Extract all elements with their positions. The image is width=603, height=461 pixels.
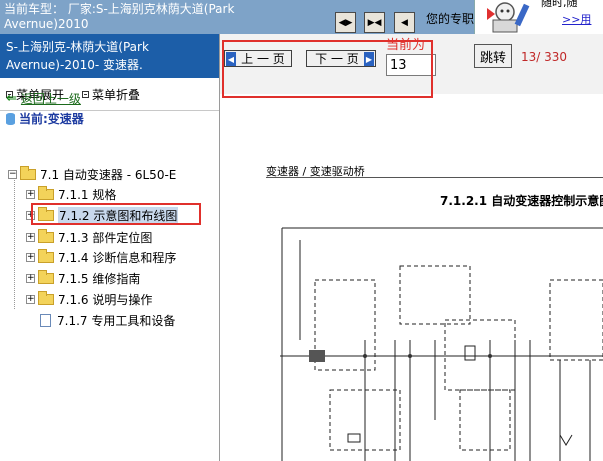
tree-item-label: 7.1.7 专用工具和设备	[57, 313, 176, 328]
expand-icon[interactable]: +	[26, 273, 35, 283]
promo-link[interactable]: >>用	[562, 11, 591, 27]
document-rule	[266, 177, 603, 178]
tree-item-label: 7.1.1 规格	[58, 187, 117, 202]
tree-item-label: 7.1.5 维修指南	[58, 271, 141, 286]
collapse-square-icon	[82, 91, 89, 98]
promo-text: 随时,随	[541, 0, 578, 9]
tree-item-7-1-4[interactable]: + 7.1.4 诊断信息和程序	[26, 248, 176, 266]
expand-icon[interactable]: +	[26, 232, 35, 242]
menu-collapse-label: 菜单折叠	[92, 88, 141, 102]
back-link-row[interactable]: ⇐ 返回上一级	[6, 90, 81, 107]
tree-item-label: 7.1 自动变速器 - 6L50-E	[40, 167, 177, 182]
model-header: S-上海别克-林荫大道(Park Avernue)-2010- 变速器.	[0, 34, 219, 78]
tree-item-label: 7.1.6 说明与操作	[58, 292, 153, 307]
play-left-icon: ◀▶	[338, 17, 353, 28]
menu-collapse-button[interactable]: 菜单折叠	[82, 86, 140, 103]
nav-split-button[interactable]: ▶◀	[364, 12, 385, 33]
expand-icon[interactable]: +	[26, 252, 35, 262]
professional-text: 您的专职	[426, 12, 475, 26]
document-heading: 7.1.2.1 自动变速器控制示意图	[440, 194, 603, 208]
tree-item-7-1[interactable]: − 7.1 自动变速器 - 6L50-E	[8, 165, 176, 183]
folder-icon	[38, 269, 54, 284]
folder-icon	[38, 290, 54, 305]
tree-item-7-1-5[interactable]: + 7.1.5 维修指南	[26, 269, 140, 287]
tree-item-label: 7.1.4 诊断信息和程序	[58, 250, 177, 265]
tree-connector	[14, 177, 16, 309]
folder-icon	[38, 248, 54, 263]
tree-item-7-1-1[interactable]: + 7.1.1 规格	[26, 185, 116, 203]
top-bar: 当前车型： 厂家:S-上海别克林荫大道(Park Avernue)2010 ◀▶…	[0, 0, 603, 34]
triangle-left-icon: ◀	[401, 17, 408, 28]
tree-item-7-1-6[interactable]: + 7.1.6 说明与操作	[26, 290, 152, 308]
folder-icon	[38, 228, 54, 243]
pager-highlight-annotation	[222, 40, 433, 98]
folder-open-icon	[20, 165, 36, 180]
back-link[interactable]: 返回上一级	[21, 90, 81, 107]
split-arrows-icon: ▶◀	[367, 17, 382, 28]
current-location-label: 当前:变速器	[19, 112, 84, 126]
collapse-icon[interactable]: −	[8, 169, 17, 179]
tree-item-7-1-3[interactable]: + 7.1.3 部件定位图	[26, 228, 152, 246]
tree-item-7-1-7[interactable]: 7.1.7 专用工具和设备	[40, 311, 175, 329]
back-arrow-icon: ⇐	[6, 91, 17, 106]
current-vehicle-title: 当前车型： 厂家:S-上海别克林荫大道(Park Avernue)2010	[4, 2, 235, 31]
nav-prev-button[interactable]: ◀▶	[335, 12, 356, 33]
jump-button[interactable]: 跳转	[474, 44, 512, 68]
database-icon	[6, 112, 15, 125]
mascot-logo-icon	[487, 2, 530, 33]
expand-icon[interactable]: +	[26, 189, 35, 199]
promo-box: 随时,随 >>用	[538, 0, 603, 34]
document-icon	[40, 313, 51, 327]
mascot-logo	[474, 0, 539, 34]
page-count: 13/ 330	[521, 50, 568, 64]
folder-icon	[38, 185, 54, 200]
current-location: 当前:变速器	[6, 110, 84, 127]
selection-highlight-annotation	[31, 203, 201, 225]
expand-icon[interactable]: +	[26, 294, 35, 304]
tree-item-label: 7.1.3 部件定位图	[58, 230, 153, 245]
wiring-schematic	[280, 227, 603, 461]
nav-back-button[interactable]: ◀	[394, 12, 415, 33]
